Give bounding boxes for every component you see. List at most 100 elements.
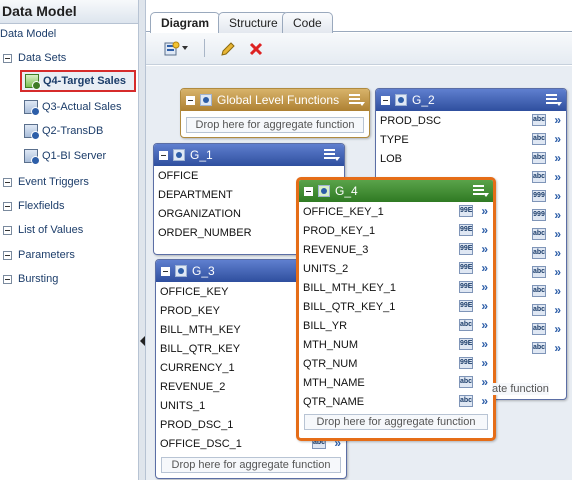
expand-arrow-icon[interactable]: » [481,299,488,313]
dataset-q4-target-sales[interactable]: Q4-Target Sales [20,70,136,92]
datatype-icon: 99E [459,224,473,236]
field-row[interactable]: LOB abc » [376,149,566,168]
group-panel-g4[interactable]: G_4 OFFICE_KEY_1 99E» PROD_KEY_1 99E» REVENU… [296,177,496,441]
aggregate-drop-zone[interactable]: Drop here for aggregate function [304,414,488,430]
field-row[interactable]: PROD_DSC abc » [376,111,566,130]
expand-arrow-icon[interactable]: » [554,303,561,317]
expand-arrow-icon[interactable]: » [554,151,561,165]
tree-label: Data Sets [18,52,67,64]
tree-item-bursting[interactable]: Bursting [3,273,58,285]
collapse-icon[interactable] [381,95,390,105]
collapse-icon[interactable] [3,250,12,260]
expand-arrow-icon[interactable]: » [481,318,488,332]
tree-item-data-sets[interactable]: Data Sets [3,52,66,64]
field-name: OFFICE_KEY [160,285,229,298]
field-row[interactable]: PROD_KEY_1 99E » [299,221,493,240]
tab-structure[interactable]: Structure [218,12,289,33]
panel-menu-icon[interactable] [324,149,340,161]
global-level-functions-panel[interactable]: Global Level Functions Drop here for agg… [180,88,370,138]
dataset-q3-actual-sales[interactable]: Q3-Actual Sales [24,100,121,116]
dataset-q2-transdb[interactable]: Q2-TransDB [24,124,103,140]
expand-arrow-icon[interactable]: » [554,189,561,203]
new-dataset-icon[interactable] [164,41,180,57]
panel-header[interactable]: G_4 [299,180,493,202]
tab-code[interactable]: Code [282,12,333,33]
datatype-icon: abc [459,319,473,331]
expand-arrow-icon[interactable]: » [481,394,488,408]
chevron-down-icon[interactable] [182,46,188,50]
field-name: PROD_KEY_1 [303,224,376,237]
expand-arrow-icon[interactable]: » [554,227,561,241]
field-name: LOB [380,152,403,165]
panel-menu-icon[interactable] [473,185,489,197]
panel-splitter[interactable] [139,0,146,480]
expand-arrow-icon[interactable]: » [481,261,488,275]
field-row[interactable]: MTH_NAME abc » [299,373,493,392]
collapse-icon[interactable] [304,186,313,196]
expand-arrow-icon[interactable]: » [554,322,561,336]
expand-arrow-icon[interactable]: » [481,356,488,370]
collapse-icon[interactable] [161,266,170,276]
group-icon [175,265,187,277]
expand-arrow-icon[interactable]: » [481,242,488,256]
expand-arrow-icon[interactable]: » [554,284,561,298]
field-row[interactable]: QTR_NAME abc » [299,392,493,411]
collapse-icon[interactable] [159,150,168,160]
tree-item-parameters[interactable]: Parameters [3,249,75,261]
expand-arrow-icon[interactable]: » [554,341,561,355]
expand-arrow-icon[interactable]: » [554,132,561,146]
aggregate-drop-zone[interactable]: Drop here for aggregate function [186,117,364,133]
collapse-icon[interactable] [3,201,12,211]
field-name: ORDER_NUMBER [158,226,252,239]
collapse-icon[interactable] [3,53,12,63]
datatype-icon: 99E [459,357,473,369]
panel-header[interactable]: Global Level Functions [181,89,369,111]
field-row[interactable]: REVENUE_3 99E » [299,240,493,259]
tree-item-flexfields[interactable]: Flexfields [3,200,64,212]
panel-menu-icon[interactable] [546,94,562,106]
field-row[interactable]: UNITS_2 99E » [299,259,493,278]
datatype-icon: 99E [459,281,473,293]
expand-arrow-icon[interactable]: » [481,204,488,218]
collapse-icon[interactable] [186,95,195,105]
expand-arrow-icon[interactable]: » [481,280,488,294]
dataset-label: Q4-Target Sales [43,75,126,87]
functions-icon [200,94,212,106]
expand-arrow-icon[interactable]: » [554,246,561,260]
aggregate-drop-zone[interactable]: Drop here for aggregate function [161,457,341,473]
panel-header[interactable]: G_2 [376,89,566,111]
field-row[interactable]: BILL_YR abc » [299,316,493,335]
field-row[interactable]: TYPE abc » [376,130,566,149]
dataset-icon [24,100,40,116]
edit-pencil-icon[interactable] [220,41,236,57]
expand-arrow-icon[interactable]: » [554,170,561,184]
collapse-icon[interactable] [3,225,12,235]
panel-title: G_1 [190,148,213,162]
expand-arrow-icon[interactable]: » [481,223,488,237]
tree-root-data-model[interactable]: Data Model [0,28,56,40]
panel-header[interactable]: G_1 [154,144,344,166]
delete-icon[interactable] [248,41,264,57]
tab-diagram[interactable]: Diagram [150,12,221,34]
field-row[interactable]: QTR_NUM 99E » [299,354,493,373]
tree-item-event-triggers[interactable]: Event Triggers [3,176,89,188]
expand-arrow-icon[interactable]: » [481,337,488,351]
expand-arrow-icon[interactable]: » [554,113,561,127]
datatype-icon: abc [532,285,546,297]
collapse-icon[interactable] [3,274,12,284]
tree-item-list-of-values[interactable]: List of Values [3,224,83,236]
g4-field-list: OFFICE_KEY_1 99E » PROD_KEY_1 99E » REVENUE_3 9… [299,202,493,411]
field-row[interactable]: BILL_QTR_KEY_1 99E » [299,297,493,316]
g2-drop-zone-fragment[interactable]: ate function [492,383,549,395]
expand-arrow-icon[interactable]: » [481,375,488,389]
expand-arrow-icon[interactable]: » [554,208,561,222]
collapse-icon[interactable] [3,177,12,187]
dataset-q1-bi-server[interactable]: Q1-BI Server [24,149,106,165]
expand-arrow-icon[interactable]: » [554,265,561,279]
panel-menu-icon[interactable] [349,94,365,106]
field-row[interactable]: OFFICE_KEY_1 99E » [299,202,493,221]
field-row[interactable]: BILL_MTH_KEY_1 99E » [299,278,493,297]
field-row[interactable]: MTH_NUM 99E » [299,335,493,354]
group-icon [173,149,185,161]
collapse-arrow-icon[interactable] [140,336,145,346]
